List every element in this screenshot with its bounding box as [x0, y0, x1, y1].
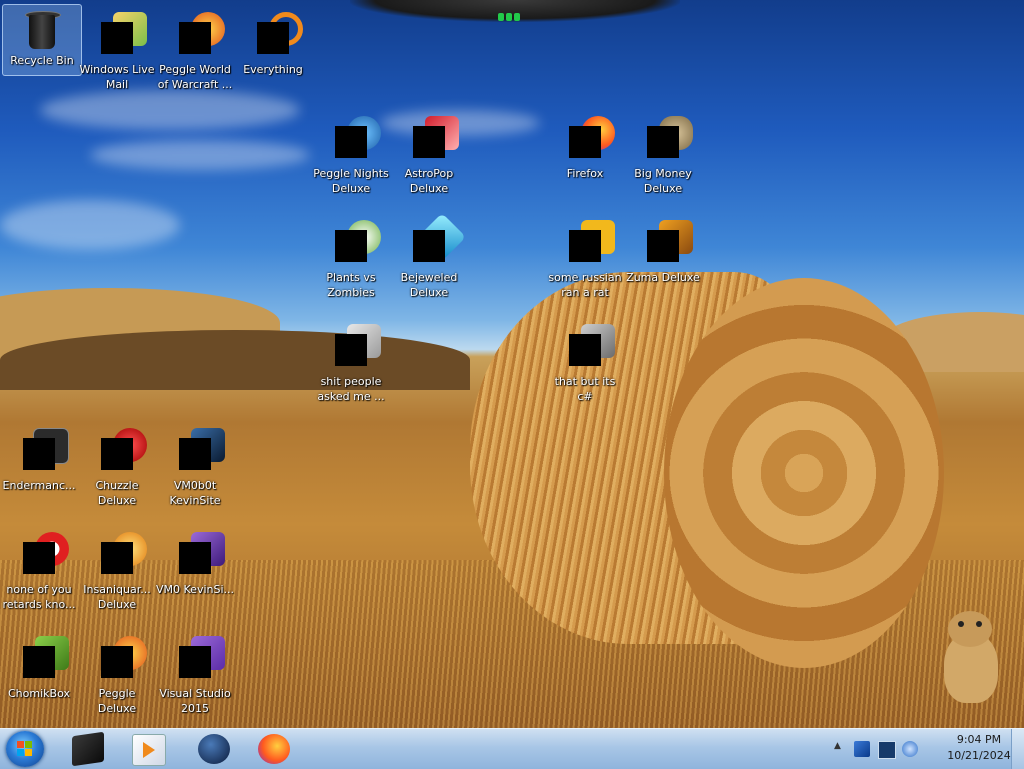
desktop-icon-label: ChomikBox	[8, 687, 70, 700]
stacked-windows-icon	[569, 324, 615, 366]
desktop-icon-label: Chuzzle Deluxe	[95, 479, 139, 507]
desktop-icon-some-russian-ran-a-rat[interactable]: some russian ran a rat	[546, 218, 624, 300]
terminal-icon	[23, 428, 69, 470]
desktop-icon-vm0b0t-kevinsite[interactable]: VM0b0t KevinSite	[156, 426, 234, 508]
desktop-icon-big-money[interactable]: Big Money Deluxe	[624, 114, 702, 196]
hay-bale-face	[664, 278, 944, 668]
desktop-icon-label: VM0b0t KevinSite	[169, 479, 221, 507]
taskbar: ▲ 9:04 PM 10/21/2024	[0, 728, 1024, 769]
desktop-icon-chomikbox[interactable]: ChomikBox	[0, 634, 78, 701]
recycle-bin-icon	[25, 9, 61, 49]
desktop-icon-peggle-deluxe[interactable]: Peggle Deluxe	[78, 634, 156, 716]
monitor-icon	[179, 428, 225, 470]
cloud-decoration	[40, 90, 300, 130]
mail-icon	[101, 12, 147, 54]
taskbar-button-firefox[interactable]	[246, 731, 302, 767]
peggle-icon	[101, 636, 147, 678]
desktop-icon-chuzzle[interactable]: Chuzzle Deluxe	[78, 426, 156, 508]
search-magnifier-icon	[257, 12, 303, 54]
taskbar-button-media-center[interactable]	[60, 731, 116, 767]
hamster-gadget[interactable]	[930, 605, 1006, 705]
windows-logo-icon	[17, 741, 33, 757]
show-desktop-button[interactable]	[1011, 729, 1024, 769]
top-gadget[interactable]	[350, 0, 680, 22]
desktop-icon-peggle-nights[interactable]: Peggle Nights Deluxe	[312, 114, 390, 196]
rat-file-icon	[569, 220, 615, 262]
desktop-icon-label: Peggle World of Warcraft ...	[157, 63, 233, 91]
folder-icon	[335, 324, 381, 366]
start-button[interactable]	[6, 731, 44, 767]
network-icon[interactable]	[878, 741, 896, 759]
tray-app-icon[interactable]	[854, 741, 870, 757]
desktop-icon-label: Insaniquar... Deluxe	[83, 583, 151, 611]
desktop-icon-label: none of you retards kno...	[2, 583, 76, 611]
taskbar-button-globe[interactable]	[186, 731, 242, 767]
desktop-icon-label: Visual Studio 2015	[159, 687, 231, 715]
desktop-icon-label: Peggle Nights Deluxe	[313, 167, 389, 195]
desktop-icon-zuma-deluxe[interactable]: Zuma Deluxe	[624, 218, 702, 285]
desktop-icon-insaniquarium[interactable]: Insaniquar... Deluxe	[78, 530, 156, 612]
desktop-icon-label: AstroPop Deluxe	[404, 167, 454, 195]
desktop-icon-label: Zuma Deluxe	[626, 271, 700, 284]
desktop-icon-visual-studio-2015[interactable]: Visual Studio 2015	[156, 634, 234, 716]
peggle-nights-icon	[335, 116, 381, 158]
cloud-decoration	[90, 140, 310, 170]
desktop-icon-label: Recycle Bin	[10, 54, 74, 67]
media-center-icon	[72, 731, 104, 767]
desktop-icon-label: Endermanc...	[2, 479, 76, 492]
desktop-icon-none-of-you[interactable]: none of you retards kno...	[0, 530, 78, 612]
red-circle-icon	[23, 532, 69, 574]
fish-icon	[101, 532, 147, 574]
clock[interactable]: 9:04 PM 10/21/2024	[944, 732, 1014, 764]
desktop-icon-label: Bejeweled Deluxe	[400, 271, 458, 299]
desktop-icon-vm0-kevinsite[interactable]: VM0 KevinSi...	[156, 530, 234, 597]
desktop-icon-windows-live-mail[interactable]: Windows Live Mail	[78, 10, 156, 92]
desktop-icon-label: Peggle Deluxe	[97, 687, 137, 715]
firefox-icon	[569, 116, 615, 158]
desktop-icon-shit-people-asked-me[interactable]: shit people asked me ...	[312, 322, 390, 404]
volume-icon[interactable]	[902, 741, 918, 757]
chuzzle-icon	[101, 428, 147, 470]
clock-date: 10/21/2024	[947, 749, 1011, 762]
desktop-icon-label: Big Money Deluxe	[634, 167, 692, 195]
desktop[interactable]: Recycle Bin Windows Live Mail Peggle Wor…	[0, 0, 1024, 728]
chomikbox-icon	[23, 636, 69, 678]
peggle-icon	[179, 12, 225, 54]
show-hidden-icons-button[interactable]: ▲	[834, 741, 850, 757]
zuma-icon	[647, 220, 693, 262]
hill-decoration	[0, 330, 470, 390]
taskbar-button-media-player[interactable]	[120, 731, 176, 767]
desktop-icon-bejeweled[interactable]: Bejeweled Deluxe	[390, 212, 468, 300]
plant-icon	[335, 220, 381, 262]
desktop-icon-label: Firefox	[566, 167, 604, 180]
desktop-icon-peggle-wow[interactable]: Peggle World of Warcraft ...	[156, 10, 234, 92]
clock-time: 9:04 PM	[956, 733, 1002, 746]
desktop-icon-firefox[interactable]: Firefox	[546, 114, 624, 181]
desktop-icon-that-but-its-csharp[interactable]: that but its c#	[546, 322, 624, 404]
windows-media-player-icon	[132, 734, 166, 766]
desktop-icon-astropop[interactable]: AstroPop Deluxe	[390, 114, 468, 196]
system-tray: ▲ 9:04 PM 10/21/2024	[834, 729, 1024, 769]
cloud-decoration	[0, 200, 180, 250]
desktop-icon-label: Plants vs Zombies	[326, 271, 376, 299]
gadget-indicator-icon	[498, 6, 528, 21]
money-bag-icon	[647, 116, 693, 158]
astropop-icon	[413, 116, 459, 158]
desktop-icon-everything[interactable]: Everything	[234, 10, 312, 77]
desktop-icon-label: some russian ran a rat	[548, 271, 622, 299]
desktop-icon-endermanch[interactable]: Endermanc...	[0, 426, 78, 493]
gem-icon	[413, 212, 467, 262]
desktop-icon-label: Windows Live Mail	[79, 63, 155, 91]
firefox-icon	[258, 734, 290, 764]
desktop-icon-plants-vs-zombies[interactable]: Plants vs Zombies	[312, 218, 390, 300]
desktop-icon-label: VM0 KevinSi...	[156, 583, 235, 596]
visual-studio-icon	[179, 532, 225, 574]
world-globe-icon	[198, 734, 230, 764]
desktop-icon-label: shit people asked me ...	[317, 375, 385, 403]
desktop-icon-label: that but its c#	[554, 375, 616, 403]
desktop-icon-label: Everything	[243, 63, 303, 76]
visual-studio-icon	[179, 636, 225, 678]
desktop-icon-recycle-bin[interactable]: Recycle Bin	[2, 4, 82, 76]
